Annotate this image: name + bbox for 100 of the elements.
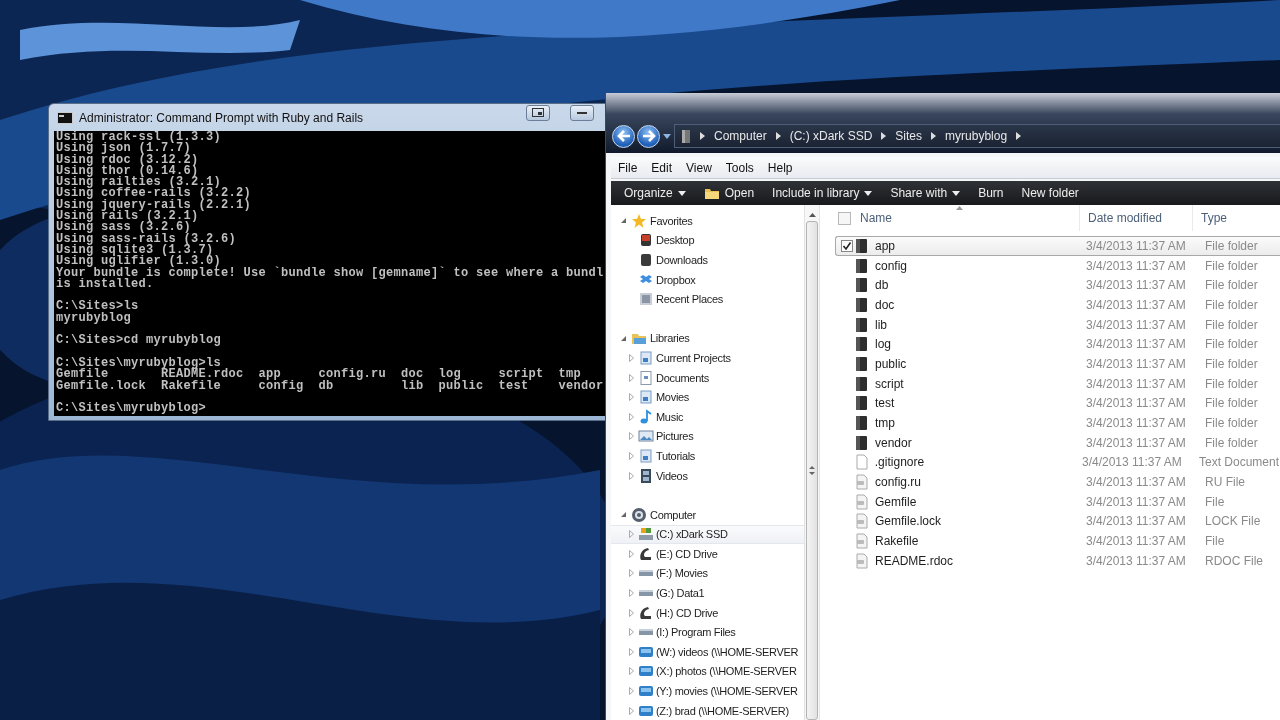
menu-item[interactable]: File (611, 160, 645, 175)
file-row[interactable]: script 3/4/2013 11:37 AM File folder (835, 373, 1280, 394)
menu-item[interactable]: Tools (718, 160, 761, 175)
file-row[interactable]: test 3/4/2013 11:37 AM File folder (835, 393, 1280, 414)
file-row[interactable]: log 3/4/2013 11:37 AM File folder (835, 334, 1280, 355)
select-all-checkbox[interactable] (838, 211, 851, 225)
toolbar-button[interactable]: New folder (1012, 182, 1088, 204)
navigation-item[interactable]: Recent Places (611, 289, 804, 309)
file-row[interactable]: README.rdoc 3/4/2013 11:37 AM RDOC File (835, 551, 1280, 571)
navigation-item[interactable]: Documents (611, 367, 804, 388)
console-line: Gemfile README.rdoc app config.ru doc log script tmp (56, 369, 582, 381)
file-row[interactable]: vendor 3/4/2013 11:37 AM File folder (835, 432, 1280, 453)
navigation-item[interactable]: (I:) Program Files (611, 622, 804, 643)
forward-button[interactable] (637, 124, 660, 148)
file-icon (854, 474, 870, 491)
file-row[interactable]: doc 3/4/2013 11:37 AM File folder (835, 295, 1280, 315)
menu-item[interactable]: Edit (644, 160, 680, 175)
navigation-item[interactable]: (C:) xDark SSD (611, 524, 804, 545)
navigation-item[interactable]: (Y:) movies (\\HOME-SERVER (611, 681, 804, 701)
recent-places-icon (638, 291, 654, 308)
library-icon (638, 349, 654, 366)
toolbar-button[interactable]: Include in library (763, 182, 882, 204)
back-button[interactable] (612, 124, 635, 148)
library-icon (638, 447, 654, 464)
toolbar-button[interactable]: Share with (881, 182, 970, 204)
console-line: C:\Sites>cd myrubyblog (56, 335, 223, 347)
menu-item[interactable]: View (679, 160, 719, 175)
chevron-icon (1015, 132, 1023, 140)
maximize-button[interactable] (526, 104, 550, 121)
minimize-button[interactable] (570, 104, 594, 121)
file-row[interactable]: lib 3/4/2013 11:37 AM File folder (835, 314, 1280, 335)
file-row[interactable]: .gitignore 3/4/2013 11:37 AM Text Document (835, 452, 1280, 473)
breadcrumb-item[interactable]: myrubyblog (945, 129, 1008, 143)
date-modified: 3/4/2013 11:37 AM (1086, 278, 1187, 293)
toolbar-button[interactable]: Open (694, 182, 764, 204)
file-name: README.rdoc (874, 553, 955, 568)
music-note-icon (638, 408, 654, 425)
film-strip-icon (638, 467, 654, 484)
file-row[interactable]: config 3/4/2013 11:37 AM File folder (835, 255, 1280, 276)
navigation-item[interactable]: Dropbox (611, 269, 804, 290)
file-row[interactable]: config.ru 3/4/2013 11:37 AM RU File (835, 472, 1280, 492)
console-line: Using rdoc (3.12.2) (56, 154, 200, 166)
drive-icon (638, 526, 654, 543)
file-row[interactable]: Gemfile.lock 3/4/2013 11:37 AM LOCK File (835, 511, 1280, 532)
column-header[interactable]: Name (860, 205, 1080, 231)
console-line: Using sqlite3 (1.3.7) (56, 244, 214, 257)
breadcrumb-item[interactable]: (C:) xDark SSD (789, 129, 873, 143)
scrollbar[interactable] (804, 205, 819, 720)
date-modified: 3/4/2013 11:37 AM (1086, 514, 1187, 529)
file-type: File (1204, 494, 1225, 509)
navigation-item[interactable]: Pictures (611, 426, 804, 447)
scroll-thumb[interactable] (806, 221, 818, 720)
file-name: vendor (874, 435, 913, 450)
chevron-icon (880, 132, 888, 140)
file-row[interactable]: tmp 3/4/2013 11:37 AM File folder (835, 413, 1280, 433)
file-icon (854, 552, 870, 569)
navigation-item[interactable]: Current Projects (611, 348, 804, 368)
console-line: C:\Sites\myrubyblog>ls (56, 357, 222, 370)
file-row[interactable]: Rakefile 3/4/2013 11:37 AM File (835, 531, 1280, 551)
navigation-item[interactable]: Computer (611, 504, 804, 525)
navigation-item[interactable]: Desktop (611, 230, 804, 251)
date-modified: 3/4/2013 11:37 AM (1086, 475, 1187, 490)
column-header[interactable]: Type (1193, 205, 1280, 231)
file-name: app (874, 238, 897, 253)
navigation-item[interactable]: (W:) videos (\\HOME-SERVER (611, 642, 804, 662)
console-line: Using sass (3.2.6) (56, 222, 192, 234)
breadcrumb-item[interactable]: Sites (895, 129, 923, 143)
file-row[interactable]: Gemfile 3/4/2013 11:37 AM File (835, 491, 1280, 512)
navigation-item[interactable]: Movies (611, 387, 804, 407)
address-bar[interactable]: Computer (C:) xDark SSD Sites myrubyblog (674, 124, 1280, 148)
console-line: myrubyblog (56, 312, 132, 325)
navigation-item[interactable]: (F:) Movies (611, 563, 804, 584)
menu-item[interactable]: Help (760, 160, 800, 175)
folder-icon (854, 395, 870, 412)
column-header[interactable]: Date modified (1080, 205, 1193, 231)
navigation-item[interactable]: Favorites (611, 211, 804, 231)
navigation-item[interactable]: (G:) Data1 (611, 583, 804, 603)
navigation-item[interactable]: Tutorials (611, 446, 804, 466)
file-row[interactable]: app 3/4/2013 11:37 AM File folder (835, 236, 1280, 256)
navigation-item[interactable]: (H:) CD Drive (611, 602, 804, 623)
navigation-item[interactable]: Music (611, 406, 804, 427)
date-modified: 3/4/2013 11:37 AM (1086, 376, 1187, 391)
star-icon (631, 212, 647, 229)
navigation-item[interactable]: (Z:) brad (\\HOME-SERVER) (611, 700, 804, 720)
date-modified: 3/4/2013 11:37 AM (1082, 455, 1183, 470)
navigation-item[interactable]: (E:) CD Drive (611, 544, 804, 564)
navigation-item[interactable]: (X:) photos (\\HOME-SERVER (611, 661, 804, 682)
breadcrumb-item[interactable]: Computer (714, 129, 767, 143)
file-row[interactable]: public 3/4/2013 11:37 AM File folder (835, 354, 1280, 374)
toolbar-button[interactable]: Burn (969, 182, 1013, 204)
file-type: File folder (1204, 278, 1258, 293)
navigation-item[interactable]: Libraries (611, 328, 804, 349)
navigation-item[interactable]: Videos (611, 465, 804, 486)
window-title: Administrator: Command Prompt with Ruby and Rails (79, 110, 364, 125)
navigation-item[interactable]: Downloads (611, 250, 804, 270)
date-modified: 3/4/2013 11:37 AM (1086, 494, 1187, 509)
checkbox[interactable] (841, 239, 853, 252)
forward-arrow-icon (641, 130, 656, 142)
toolbar-button[interactable]: Organize (615, 182, 695, 204)
file-row[interactable]: db 3/4/2013 11:37 AM File folder (835, 275, 1280, 296)
